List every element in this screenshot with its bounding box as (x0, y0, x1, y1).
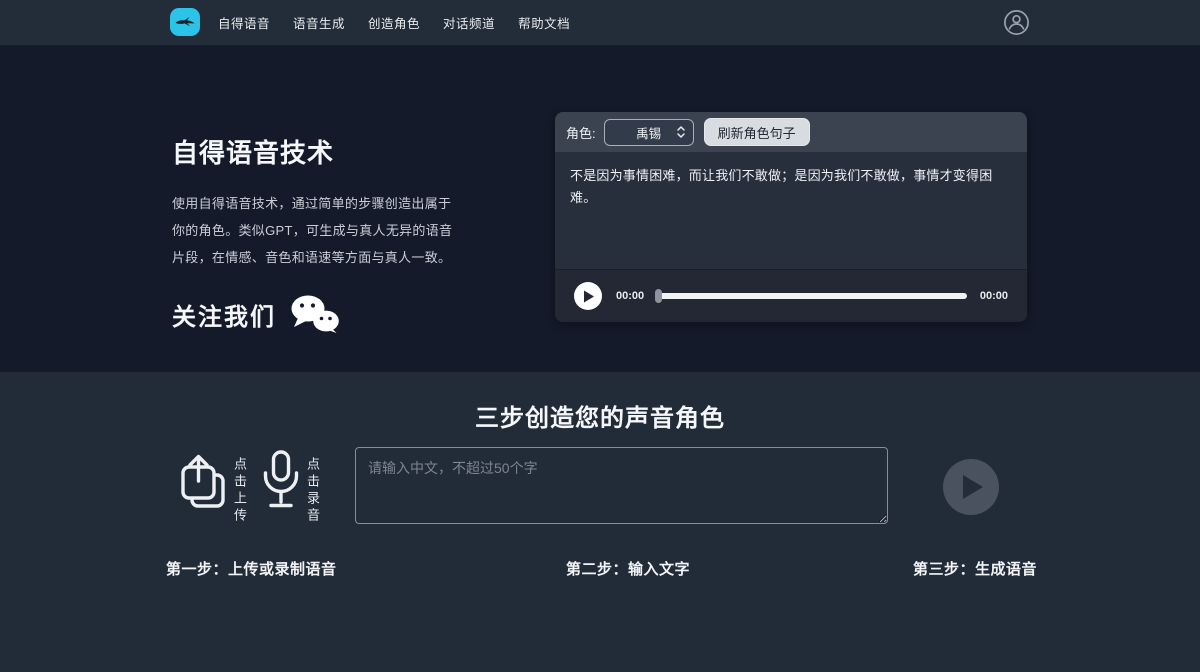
refresh-sentence-button[interactable]: 刷新角色句子 (704, 118, 810, 146)
role-card-body: 不是因为事情困难，而让我们不敢做；是因为我们不敢做，事情才变得困难。 (555, 152, 1027, 269)
nav-item-help-docs[interactable]: 帮助文档 (518, 13, 570, 32)
text-input[interactable] (355, 447, 888, 524)
seek-thumb[interactable] (655, 289, 662, 303)
nav-item-voice-gen[interactable]: 语音生成 (293, 13, 345, 32)
nav-item-create-role[interactable]: 创造角色 (368, 13, 420, 32)
record-button[interactable] (261, 449, 301, 513)
user-avatar-icon (1003, 9, 1030, 36)
account-button[interactable] (1003, 9, 1030, 36)
nav-item-zide-voice[interactable]: 自得语音 (218, 13, 270, 32)
hero-description: 使用自得语音技术，通过简单的步骤创造出属于你的角色。类似GPT，可生成与真人无异… (172, 190, 457, 271)
seek-bar[interactable] (655, 293, 967, 299)
upload-label: 点击上传 (233, 457, 246, 525)
record-label: 点击录音 (306, 457, 319, 525)
step1-label: 第一步：上传或录制语音 (166, 558, 337, 579)
play-icon (959, 474, 983, 500)
nav-item-chat-channel[interactable]: 对话频道 (443, 13, 495, 32)
hero-intro: 自得语音技术 使用自得语音技术，通过简单的步骤创造出属于你的角色。类似GPT，可… (172, 133, 472, 333)
steps-title: 三步创造您的声音角色 (0, 398, 1200, 433)
app-logo[interactable] (170, 8, 200, 36)
microphone-icon (261, 449, 301, 513)
total-time: 00:00 (980, 290, 1008, 302)
role-select[interactable]: 禹锡 (604, 119, 694, 146)
main-nav: 自得语音 语音生成 创造角色 对话频道 帮助文档 (218, 0, 570, 45)
upload-button[interactable] (179, 453, 227, 513)
play-icon (582, 290, 594, 303)
role-sentence: 不是因为事情困难，而让我们不敢做；是因为我们不敢做，事情才变得困难。 (570, 165, 1012, 209)
hero-title: 自得语音技术 (172, 133, 472, 170)
role-select-value: 禹锡 (636, 123, 661, 142)
step2-label: 第二步：输入文字 (566, 558, 690, 579)
updown-chevron-icon (676, 125, 686, 139)
step3-label: 第三步：生成语音 (913, 558, 1037, 579)
current-time: 00:00 (616, 290, 644, 302)
hero-section: 自得语音技术 使用自得语音技术，通过简单的步骤创造出属于你的角色。类似GPT，可… (0, 45, 1200, 372)
audio-player: 00:00 00:00 (555, 269, 1027, 322)
follow-us-label: 关注我们 (172, 297, 276, 332)
wechat-icon[interactable] (290, 295, 340, 333)
role-card-header: 角色: 禹锡 刷新角色句子 (555, 112, 1027, 152)
generate-play-button[interactable] (943, 459, 999, 515)
steps-section: 三步创造您的声音角色 点击上传 点击 (0, 372, 1200, 672)
upload-icon (179, 453, 227, 513)
follow-us-row: 关注我们 (172, 295, 472, 333)
navbar: 自得语音 语音生成 创造角色 对话频道 帮助文档 (0, 0, 1200, 45)
player-play-button[interactable] (574, 282, 602, 310)
page: 自得语音 语音生成 创造角色 对话频道 帮助文档 自得语音技术 使用自得语音技术… (0, 0, 1200, 672)
swallow-bird-icon (174, 13, 196, 31)
role-card: 角色: 禹锡 刷新角色句子 不是因为事情困难，而让我们不敢做；是因为我们不敢做，… (555, 112, 1027, 322)
role-label: 角色: (566, 123, 596, 142)
